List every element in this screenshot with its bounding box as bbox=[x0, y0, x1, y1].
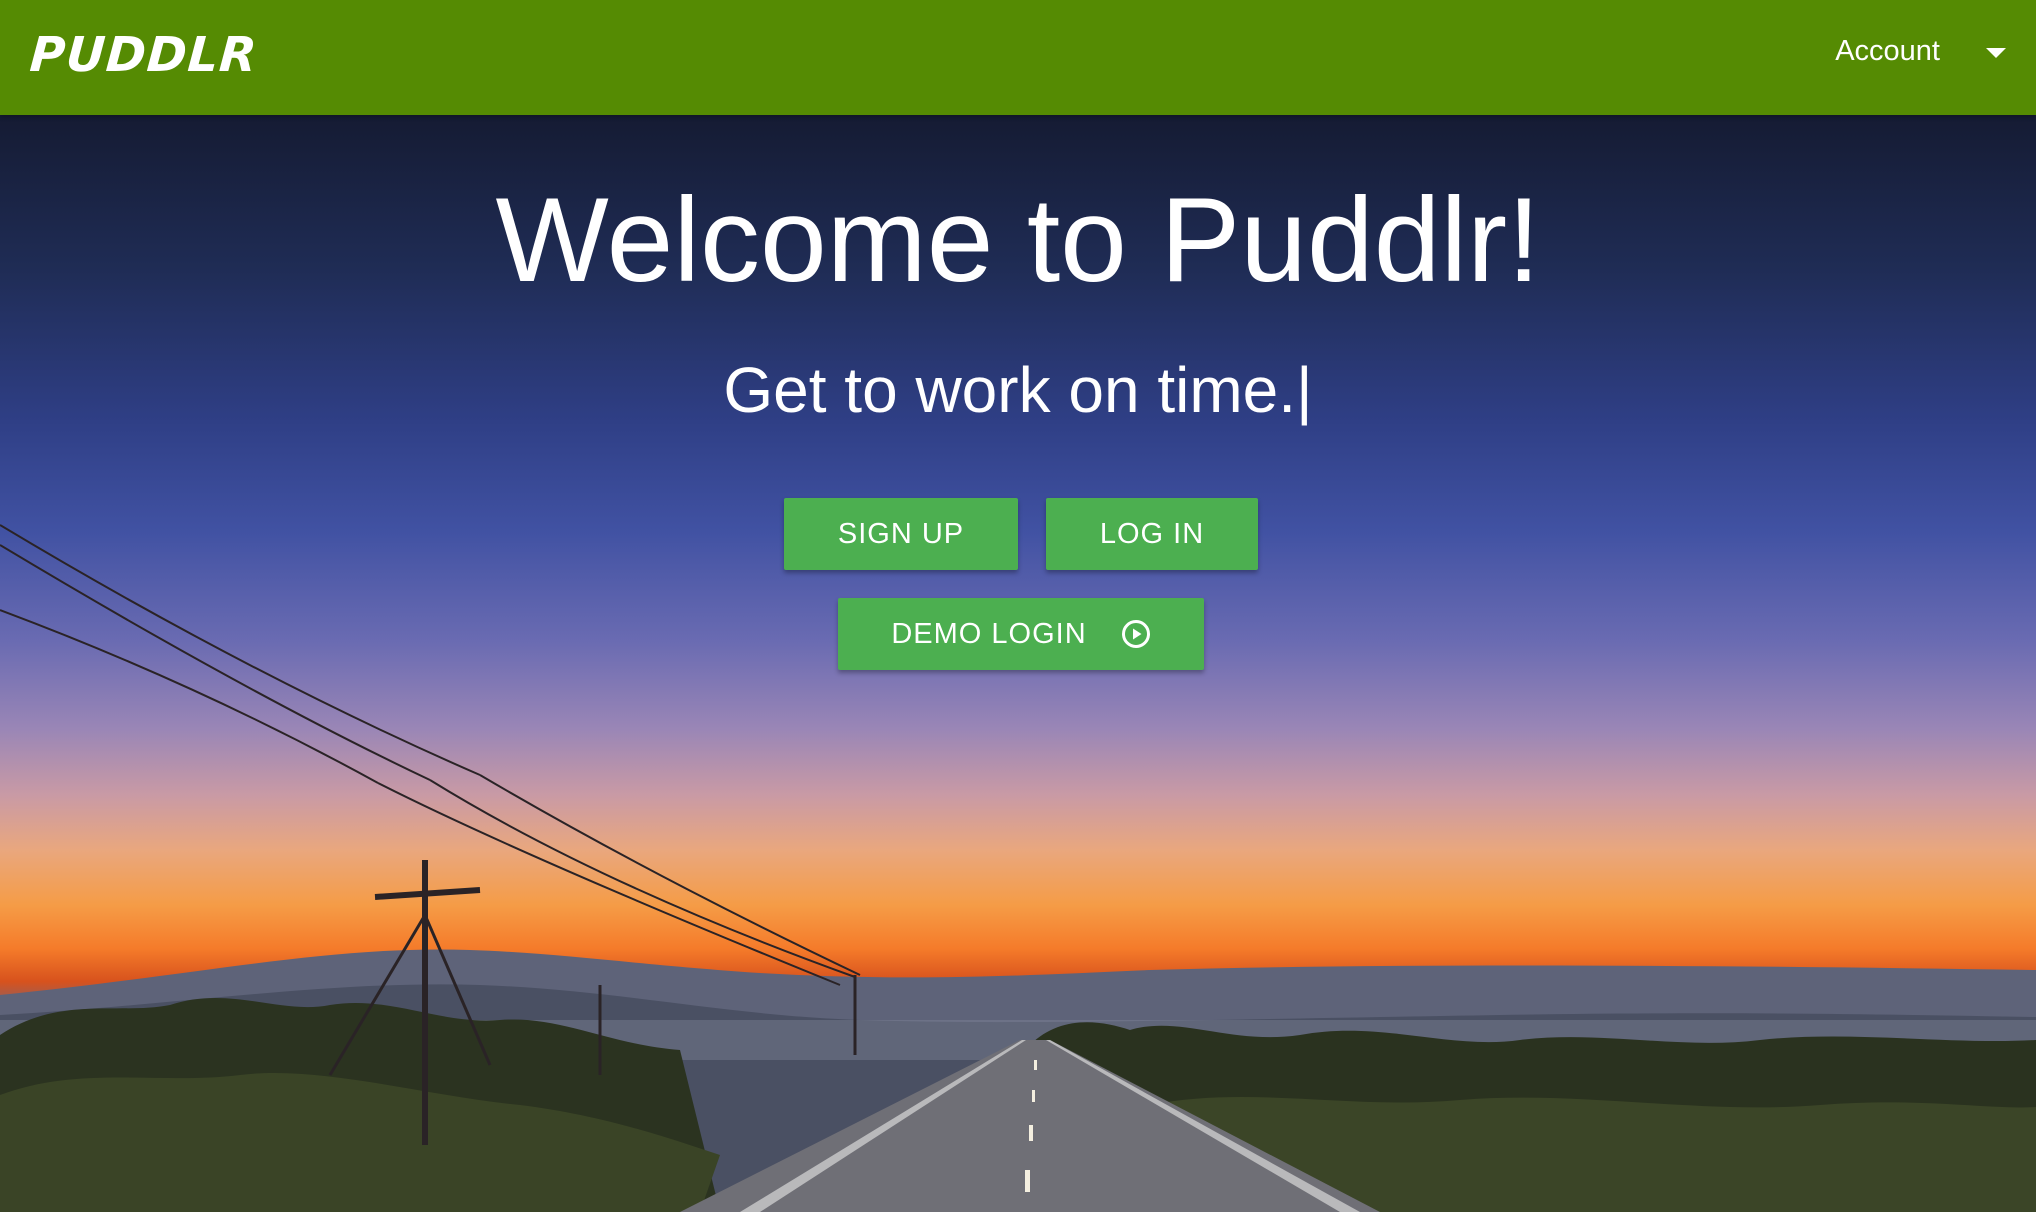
chevron-down-icon bbox=[1986, 48, 2006, 58]
play-circle-icon bbox=[1121, 620, 1150, 648]
puddlr-logo[interactable]: PUDDLR bbox=[28, 22, 260, 88]
tagline-text: Get to work on time.| bbox=[723, 354, 1313, 426]
landing-page: PUDDLR Account Welcome to Puddlr! Get to… bbox=[0, 0, 2036, 1212]
top-navbar: PUDDLR Account bbox=[0, 0, 2036, 115]
account-label: Account bbox=[1835, 34, 1940, 67]
sign-up-label: SIGN UP bbox=[837, 517, 965, 550]
demo-login-label: DEMO LOGIN bbox=[891, 617, 1087, 650]
welcome-heading: Welcome to Puddlr! bbox=[495, 173, 1541, 307]
log-in-label: LOG IN bbox=[1099, 517, 1205, 550]
account-dropdown[interactable]: Account bbox=[1835, 28, 2006, 74]
demo-login-button[interactable]: DEMO LOGIN bbox=[838, 598, 1204, 670]
sign-up-button[interactable]: SIGN UP bbox=[784, 498, 1018, 570]
log-in-button[interactable]: LOG IN bbox=[1046, 498, 1258, 570]
